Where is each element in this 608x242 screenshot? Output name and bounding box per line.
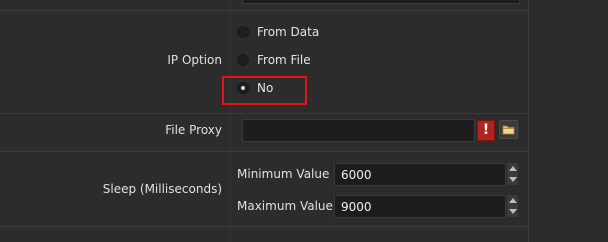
folder-icon bbox=[502, 125, 515, 135]
radio-from-file[interactable]: From File bbox=[237, 53, 311, 67]
max-value-spinner[interactable] bbox=[506, 195, 518, 217]
file-proxy-input[interactable] bbox=[242, 119, 475, 142]
spinner-up-icon[interactable] bbox=[509, 198, 517, 203]
row-divider-top bbox=[0, 10, 528, 11]
row-divider-ip bbox=[0, 113, 528, 114]
max-value-input[interactable]: 9000 bbox=[334, 195, 506, 218]
settings-panel: IP Option From Data From File No File Pr… bbox=[0, 0, 608, 242]
radio-from-data-indicator[interactable] bbox=[237, 26, 249, 38]
side-column bbox=[528, 0, 608, 242]
selection-highlight-box bbox=[222, 76, 307, 105]
previous-row-input[interactable] bbox=[242, 0, 520, 4]
spinner-down-icon[interactable] bbox=[509, 177, 517, 182]
radio-from-data-label: From Data bbox=[257, 25, 320, 39]
sleep-label: Sleep (Milliseconds) bbox=[102, 182, 222, 196]
min-value-spinner[interactable] bbox=[506, 163, 518, 185]
spinner-down-icon[interactable] bbox=[509, 209, 517, 214]
file-proxy-label: File Proxy bbox=[165, 123, 222, 137]
spinner-up-icon[interactable] bbox=[509, 166, 517, 171]
radio-from-file-indicator[interactable] bbox=[237, 54, 249, 66]
max-value-label: Maximum Value bbox=[237, 199, 333, 213]
column-divider bbox=[230, 0, 231, 242]
ip-option-label: IP Option bbox=[167, 53, 222, 67]
radio-from-data[interactable]: From Data bbox=[237, 25, 319, 39]
row-divider-proxy bbox=[0, 151, 528, 152]
min-value-input[interactable]: 6000 bbox=[334, 163, 506, 186]
row-divider-bottom bbox=[0, 226, 528, 227]
radio-from-file-label: From File bbox=[257, 53, 311, 67]
browse-folder-button[interactable] bbox=[499, 120, 518, 139]
min-value-label: Minimum Value bbox=[237, 167, 330, 181]
exclamation-icon: ! bbox=[477, 120, 495, 141]
